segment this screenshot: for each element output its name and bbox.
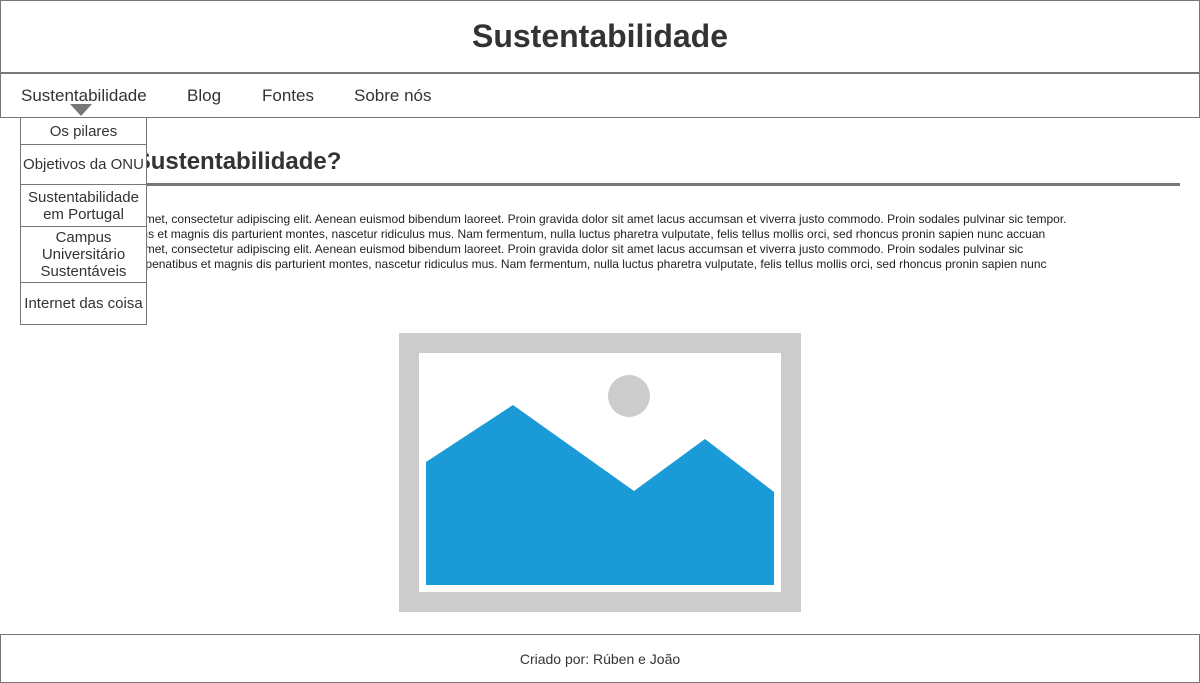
site-header: Sustentabilidade [0,0,1200,73]
site-title: Sustentabilidade [471,18,729,54]
dropdown-item-sustentabilidade-portugal[interactable]: Sustentabilidade em Portugal [21,185,146,227]
dropdown-menu: Os pilares Objetivos da ONU Sustentabili… [20,117,147,325]
nav-bar: Sustentabilidade Blog Fontes Sobre nós [0,72,1200,118]
dropdown-item-objetivos-onu[interactable]: Objetivos da ONU [21,145,146,185]
nav-item-fontes[interactable]: Fontes [262,74,314,117]
dropdown-item-os-pilares[interactable]: Os pilares [21,118,146,145]
article-line: Lorem ipsum dolor sit amet, consectetur … [20,242,1024,256]
article-line: accuan eget. [20,272,1180,287]
image-placeholder-icon [399,333,801,612]
site-footer: Criado por: Rúben e João [0,634,1200,683]
nav-item-sobre-nos[interactable]: Sobre nós [354,74,432,117]
article-line: Lorem ipsum dolor sit amet, consectetur … [20,212,1067,226]
article-body: Lorem ipsum dolor sit amet, consectetur … [20,212,1180,287]
dropdown-caret-icon [70,104,92,116]
article-line: Sociis natoque penatibus et magnis dis p… [20,227,1046,241]
dropdown-item-internet-das-coisas[interactable]: Internet das coisa [21,283,146,324]
nav-item-blog[interactable]: Blog [187,74,221,117]
article-line: tempor. Sociis natoque penatibus et magn… [20,257,1047,271]
footer-credits: Criado por: Rúben e João [519,650,681,667]
heading-divider [20,183,1180,186]
dropdown-item-campus-sustentaveis[interactable]: Campus Universitário Sustentáveis [21,227,146,283]
